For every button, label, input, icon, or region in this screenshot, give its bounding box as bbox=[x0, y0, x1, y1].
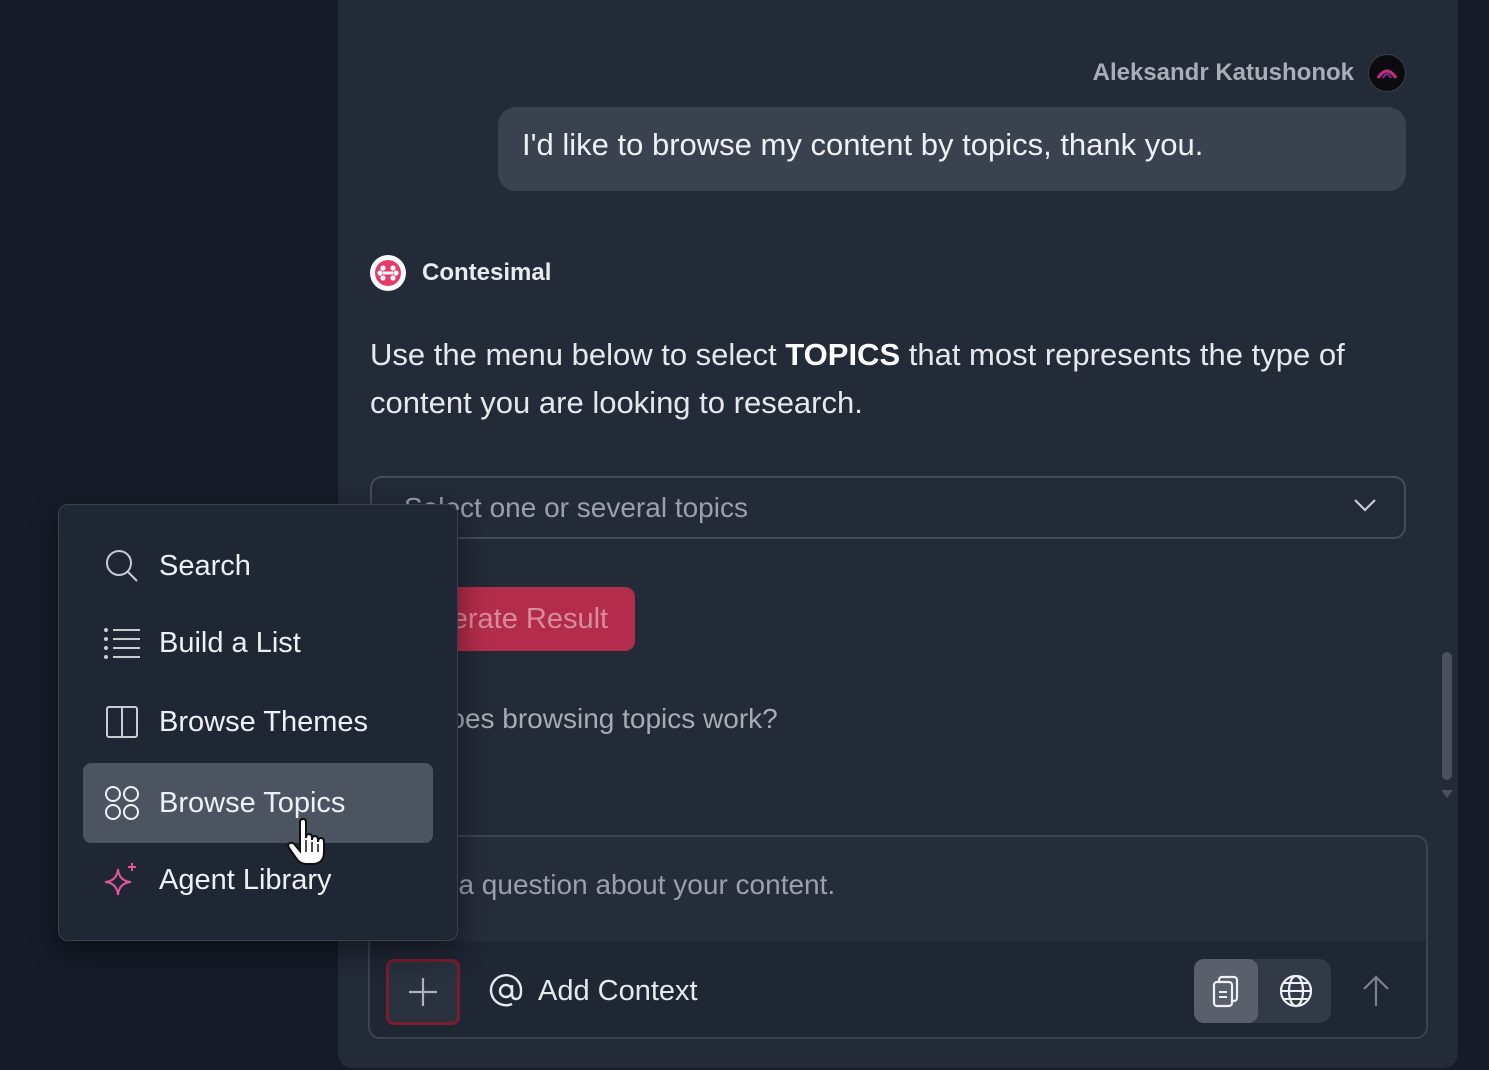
hand-pointer-cursor-icon bbox=[286, 817, 328, 871]
plus-icon bbox=[409, 978, 437, 1006]
menu-item-search[interactable]: Search bbox=[83, 526, 433, 606]
assistant-message: Use the menu below to select TOPICS that… bbox=[370, 331, 1410, 427]
menu-item-label: Browse Themes bbox=[159, 705, 368, 738]
arrow-up-icon bbox=[1363, 975, 1389, 1006]
add-context-button[interactable]: Add Context bbox=[488, 973, 698, 1009]
user-avatar[interactable] bbox=[1368, 54, 1406, 92]
sparkle-icon bbox=[103, 861, 141, 899]
menu-item-label: Browse Topics bbox=[159, 786, 346, 819]
columns-icon bbox=[103, 703, 141, 741]
assistant-message-start: Use the menu below to select bbox=[370, 337, 786, 372]
web-mode-button[interactable] bbox=[1264, 959, 1328, 1023]
search-icon bbox=[103, 547, 141, 585]
send-button[interactable] bbox=[1356, 971, 1396, 1011]
menu-item-browse-themes[interactable]: Browse Themes bbox=[83, 682, 433, 762]
menu-item-label: Search bbox=[159, 549, 251, 582]
documents-mode-button[interactable] bbox=[1194, 959, 1258, 1023]
add-context-label: Add Context bbox=[538, 974, 698, 1007]
scroll-down-arrow-icon[interactable] bbox=[1441, 790, 1453, 798]
question-input[interactable]: Ask a question about your content. bbox=[370, 837, 1426, 941]
menu-item-agent-library[interactable]: Agent Library bbox=[83, 840, 433, 920]
user-message-header: Aleksandr Katushonok bbox=[1093, 54, 1406, 92]
documents-icon bbox=[1212, 975, 1239, 1008]
chat-panel: Aleksandr Katushonok I'd like to browse … bbox=[338, 0, 1458, 1068]
composer-toolbar: Add Context bbox=[370, 941, 1426, 1037]
tools-popup-menu: Search Build a List Browse Themes Browse… bbox=[58, 504, 458, 941]
menu-item-browse-topics[interactable]: Browse Topics bbox=[83, 763, 433, 843]
menu-item-label: Build a List bbox=[159, 626, 301, 659]
chevron-down-icon bbox=[1352, 492, 1378, 525]
at-icon bbox=[489, 974, 523, 1007]
scrollbar-thumb[interactable] bbox=[1442, 652, 1452, 780]
user-name: Aleksandr Katushonok bbox=[1092, 59, 1354, 86]
topics-select[interactable]: Select one or several topics bbox=[370, 476, 1406, 539]
source-mode-toggle bbox=[1194, 959, 1331, 1023]
assistant-name: Contesimal bbox=[422, 259, 552, 286]
message-composer: Ask a question about your content. Add C… bbox=[368, 835, 1428, 1039]
open-menu-button[interactable] bbox=[386, 959, 460, 1025]
user-message-bubble: I'd like to browse my content by topics,… bbox=[498, 107, 1406, 191]
four-circles-icon bbox=[103, 784, 141, 822]
assistant-message-emphasis: TOPICS bbox=[785, 337, 901, 372]
contesimal-logo-icon bbox=[370, 255, 406, 291]
list-icon bbox=[103, 624, 141, 662]
assistant-message-header: Contesimal bbox=[370, 255, 551, 291]
globe-icon bbox=[1279, 974, 1313, 1008]
menu-item-build-a-list[interactable]: Build a List bbox=[83, 603, 433, 683]
